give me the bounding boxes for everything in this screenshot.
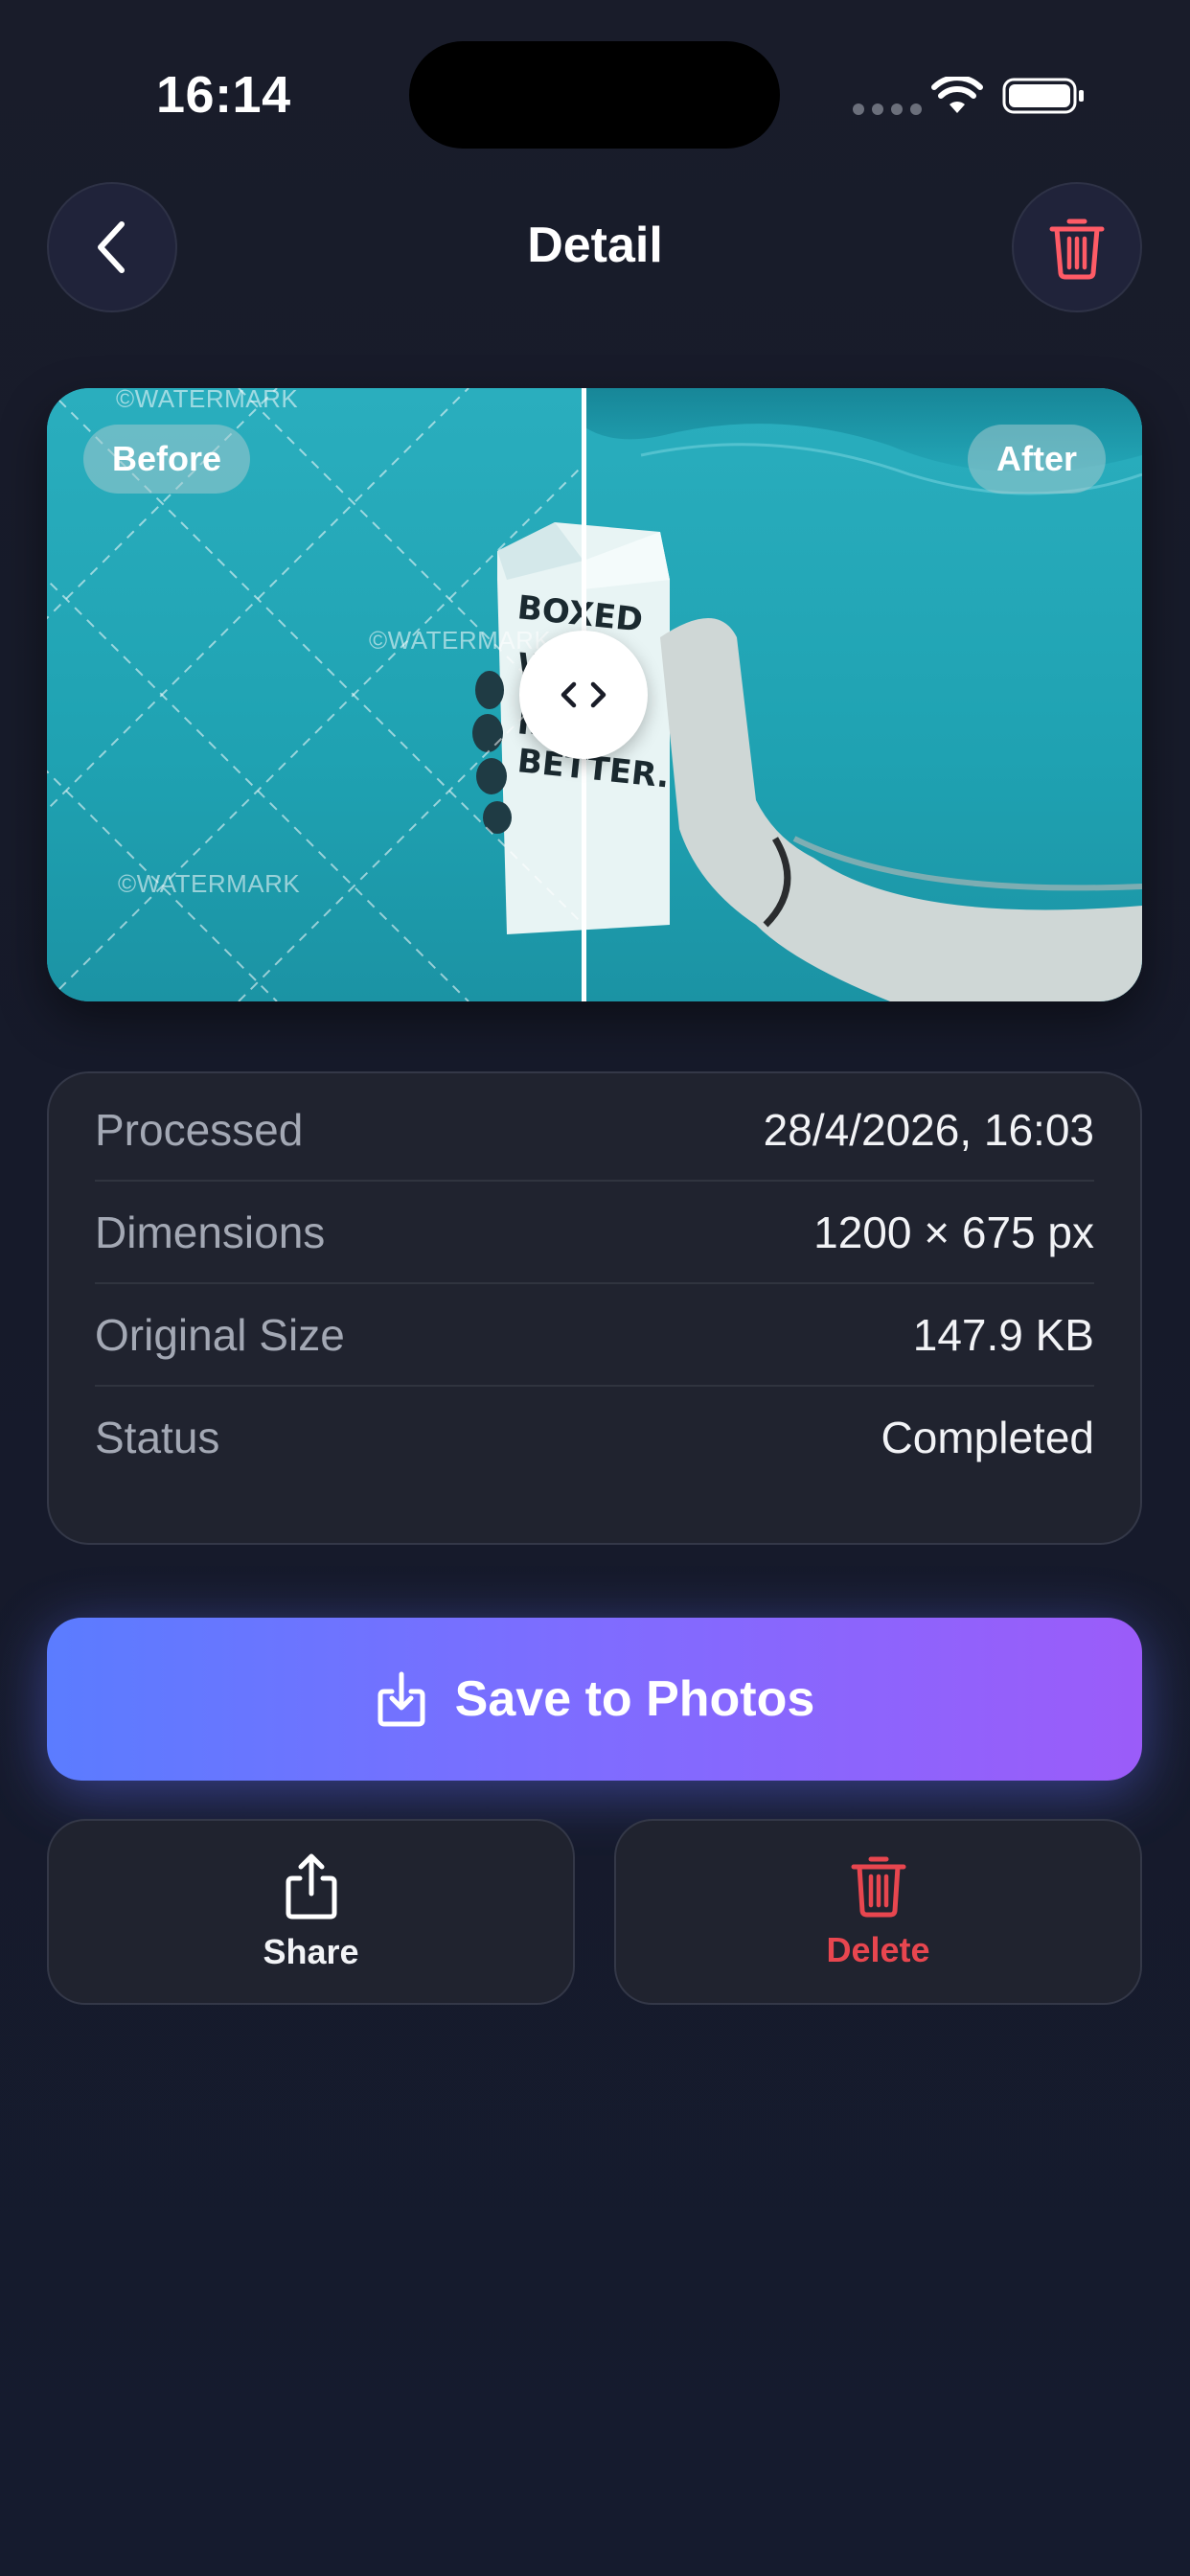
compare-slider-handle[interactable]: [519, 631, 648, 759]
before-after-compare[interactable]: BOXED WATER IS BETTER. ©WATERMARK ©: [47, 388, 1142, 1001]
info-value: 28/4/2026, 16:03: [763, 1104, 1094, 1155]
share-button[interactable]: Share: [47, 1819, 575, 2005]
before-label: Before: [83, 425, 251, 494]
trash-icon: [851, 1856, 905, 1918]
status-bar: 16:14: [0, 0, 1190, 192]
info-label: Status: [95, 1412, 220, 1462]
cellular-signal-icon: [853, 104, 922, 115]
info-row-status: Status Completed: [95, 1387, 1094, 1487]
download-icon: [378, 1671, 425, 1727]
trash-button[interactable]: [1012, 182, 1142, 312]
info-label: Original Size: [95, 1309, 345, 1360]
battery-icon: [1002, 78, 1084, 114]
info-row-processed: Processed 28/4/2026, 16:03: [95, 1079, 1094, 1182]
watermark-text: ©WATERMARK: [118, 869, 301, 898]
watermark-text: ©WATERMARK: [116, 388, 299, 413]
trash-icon: [1049, 218, 1105, 280]
info-value: 147.9 KB: [912, 1309, 1094, 1360]
save-to-photos-button[interactable]: Save to Photos: [47, 1618, 1142, 1781]
info-row-dimensions: Dimensions 1200 × 675 px: [95, 1182, 1094, 1284]
status-time: 16:14: [156, 66, 291, 124]
info-label: Dimensions: [95, 1207, 326, 1257]
share-label: Share: [263, 1932, 359, 1971]
wifi-icon: [931, 77, 983, 113]
info-row-original-size: Original Size 147.9 KB: [95, 1284, 1094, 1387]
details-card: Processed 28/4/2026, 16:03 Dimensions 12…: [47, 1071, 1142, 1545]
delete-button[interactable]: Delete: [614, 1819, 1142, 2005]
watermark-text: ©WATERMARK: [369, 626, 552, 655]
delete-label: Delete: [826, 1930, 930, 1969]
save-label: Save to Photos: [454, 1671, 815, 1727]
share-icon: [286, 1853, 336, 1920]
info-value: 1200 × 675 px: [813, 1207, 1094, 1257]
left-right-arrows-icon: [561, 681, 606, 708]
status-value: Completed: [881, 1412, 1094, 1462]
dynamic-island: [409, 41, 780, 149]
after-label: After: [967, 425, 1106, 494]
info-label: Processed: [95, 1104, 304, 1155]
